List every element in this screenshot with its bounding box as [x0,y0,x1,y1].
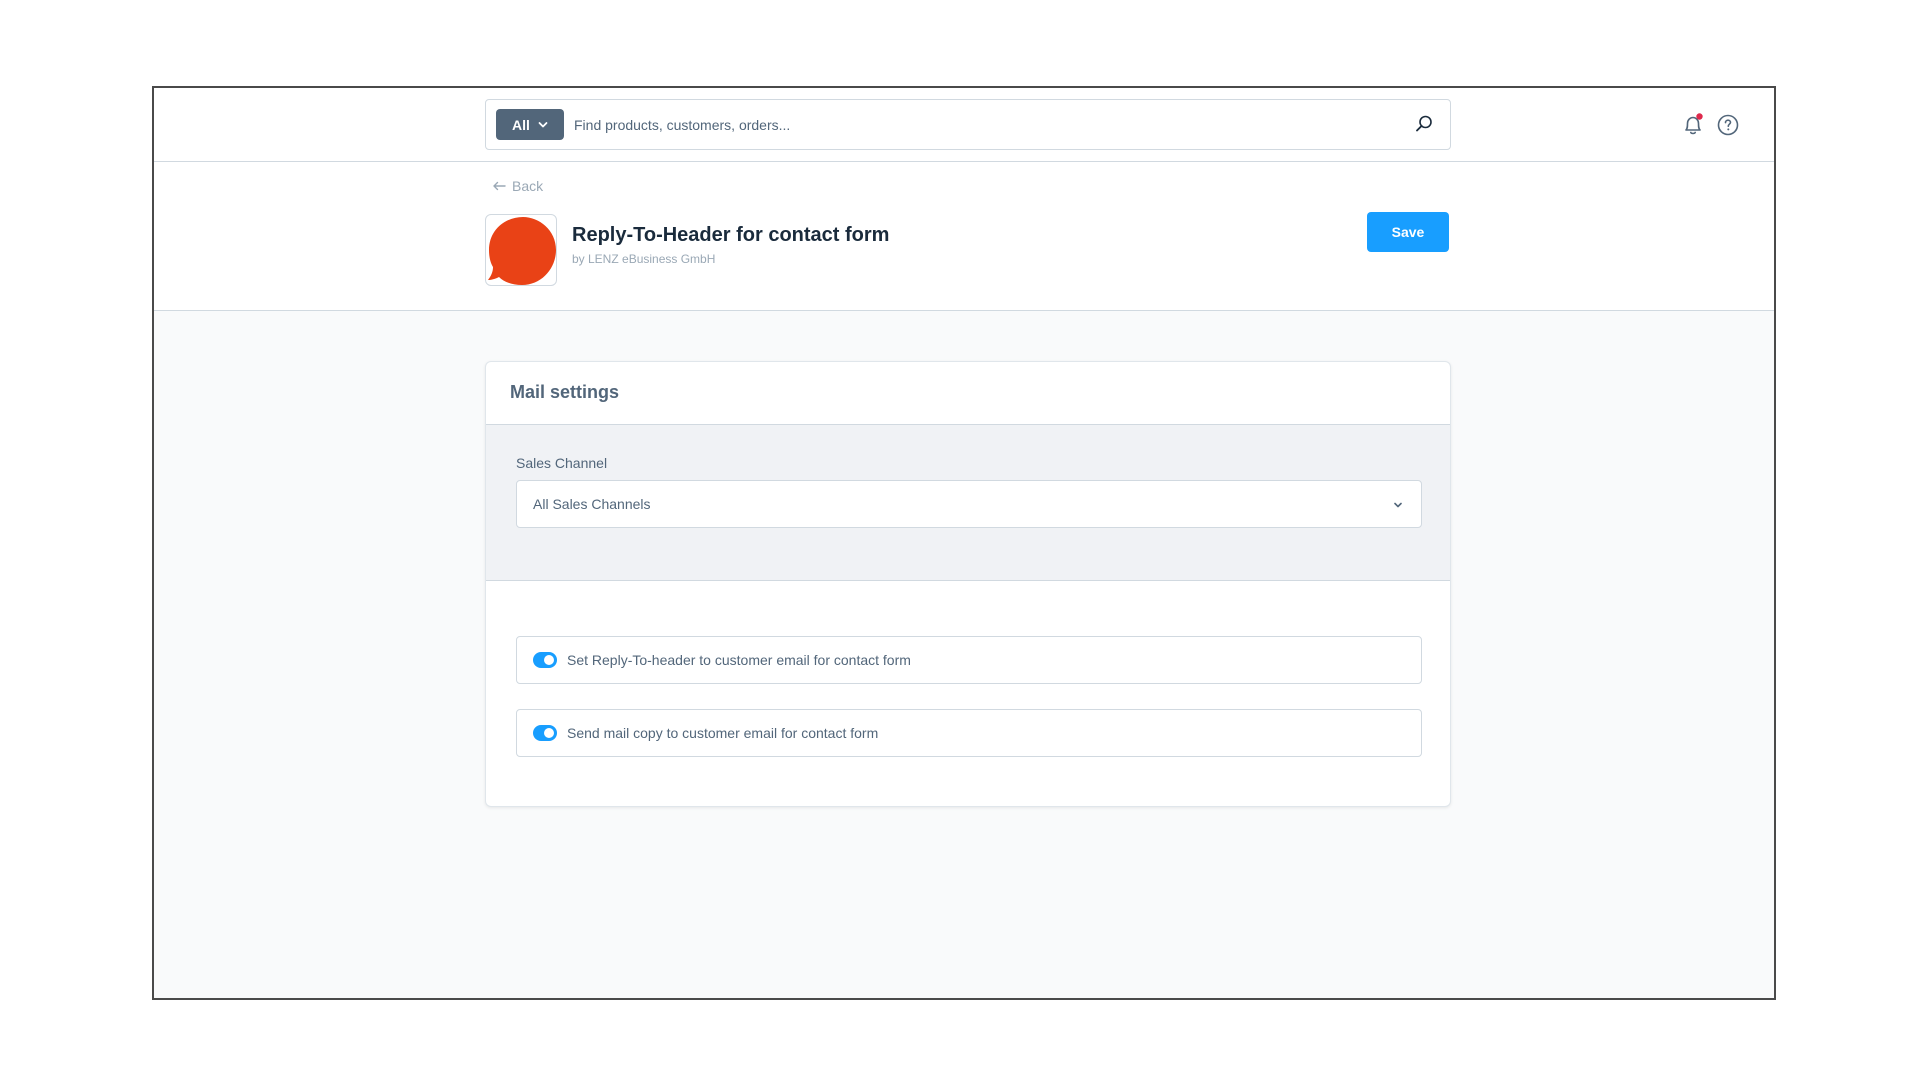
toggle-knob [544,728,554,738]
mail-copy-toggle[interactable] [533,725,557,741]
search-type-dropdown[interactable]: All [496,109,564,140]
page-title: Reply-To-Header for contact form [572,224,890,246]
sales-channel-value: All Sales Channels [533,496,651,512]
back-link[interactable]: Back [492,178,543,194]
mail-copy-toggle-label: Send mail copy to customer email for con… [567,725,879,741]
arrow-left-icon [493,181,506,191]
search-type-label: All [512,116,530,133]
sales-channel-select[interactable]: All Sales Channels [516,480,1422,528]
app-window: All Back [152,86,1776,1000]
top-bar: All [154,88,1774,162]
toggle-knob [544,655,554,665]
search-input[interactable] [574,100,1384,149]
mail-settings-card: Mail settings Sales Channel All Sales Ch… [485,361,1451,807]
reply-to-toggle[interactable] [533,652,557,668]
save-button[interactable]: Save [1367,212,1449,252]
speech-bubble-icon [488,217,556,285]
help-icon[interactable] [1716,113,1740,137]
plugin-author: by LENZ eBusiness GmbH [572,252,716,266]
reply-to-toggle-row: Set Reply-To-header to customer email fo… [516,636,1422,684]
chevron-down-icon [538,121,548,127]
search-bar[interactable]: All [485,99,1451,150]
search-icon[interactable] [1414,114,1434,134]
page-header: Back Reply-To-Header for contact form by… [154,162,1774,311]
mail-copy-toggle-row: Send mail copy to customer email for con… [516,709,1422,757]
plugin-icon [485,214,557,286]
back-label: Back [512,178,544,194]
reply-to-toggle-label: Set Reply-To-header to customer email fo… [567,652,911,668]
bell-icon[interactable] [1680,112,1706,138]
sales-channel-section: Sales Channel All Sales Channels [486,425,1450,581]
chevron-down-icon [1394,502,1402,508]
sales-channel-label: Sales Channel [516,455,608,471]
card-title: Mail settings [510,382,620,402]
